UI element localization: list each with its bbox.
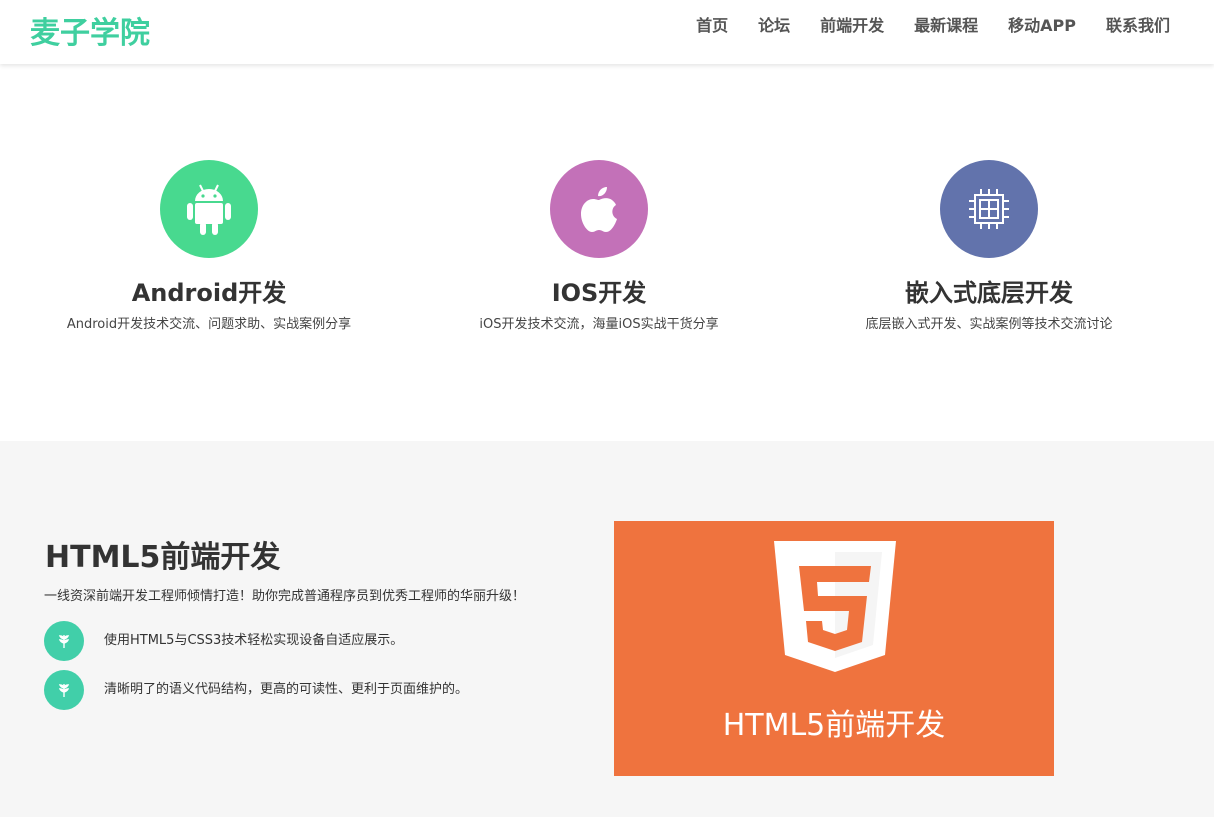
- nav-item-frontend[interactable]: 前端开发: [820, 15, 884, 37]
- feature-title[interactable]: 嵌入式底层开发: [794, 278, 1184, 308]
- nav-item-mobile-app[interactable]: 移动APP: [1008, 15, 1076, 37]
- feature-desc: iOS开发技术交流，海量iOS实战干货分享: [479, 317, 719, 332]
- android-icon: [160, 160, 258, 258]
- point-text: 使用HTML5与CSS3技术轻松实现设备自适应展示。: [104, 633, 404, 648]
- banner-title: HTML5前端开发: [722, 708, 946, 743]
- site-logo[interactable]: 麦子学院: [30, 8, 150, 52]
- nav-item-forum[interactable]: 论坛: [758, 15, 790, 37]
- feature-point: 使用HTML5与CSS3技术轻松实现设备自适应展示。: [44, 621, 584, 661]
- main-nav: 首页 论坛 前端开发 最新课程 移动APP 联系我们: [696, 15, 1170, 37]
- feature-title[interactable]: IOS开发: [404, 278, 794, 308]
- feature-title[interactable]: Android开发: [14, 278, 404, 308]
- feature-embedded[interactable]: 嵌入式底层开发 底层嵌入式开发、实战案例等技术交流讨论: [794, 160, 1184, 334]
- nav-item-courses[interactable]: 最新课程: [914, 15, 978, 37]
- chip-icon: [940, 160, 1038, 258]
- sprout-icon: [44, 621, 84, 661]
- feature-desc: Android开发技术交流、问题求助、实战案例分享: [66, 317, 352, 332]
- sprout-icon: [44, 670, 84, 710]
- section-title: HTML5前端开发: [45, 540, 281, 575]
- html5-logo-icon: [774, 541, 896, 672]
- html5-banner[interactable]: HTML5前端开发: [614, 521, 1054, 776]
- section-desc: 一线资深前端开发工程师倾情打造！助你完成普通程序员到优秀工程师的华丽升级！: [44, 589, 526, 604]
- nav-item-contact[interactable]: 联系我们: [1106, 15, 1170, 37]
- nav-item-home[interactable]: 首页: [696, 15, 728, 37]
- feature-ios[interactable]: IOS开发 iOS开发技术交流，海量iOS实战干货分享: [404, 160, 794, 334]
- point-text: 清晰明了的语义代码结构，更高的可读性、更利于页面维护的。: [104, 682, 469, 697]
- features-section: Android开发 Android开发技术交流、问题求助、实战案例分享 IOS开…: [0, 64, 1214, 441]
- site-header: 麦子学院 首页 论坛 前端开发 最新课程 移动APP 联系我们: [0, 0, 1214, 64]
- feature-point: 清晰明了的语义代码结构，更高的可读性、更利于页面维护的。: [44, 670, 584, 710]
- html5-section: HTML5前端开发 一线资深前端开发工程师倾情打造！助你完成普通程序员到优秀工程…: [0, 441, 1214, 817]
- apple-icon: [550, 160, 648, 258]
- feature-android[interactable]: Android开发 Android开发技术交流、问题求助、实战案例分享: [14, 160, 404, 334]
- feature-desc: 底层嵌入式开发、实战案例等技术交流讨论: [865, 317, 1113, 332]
